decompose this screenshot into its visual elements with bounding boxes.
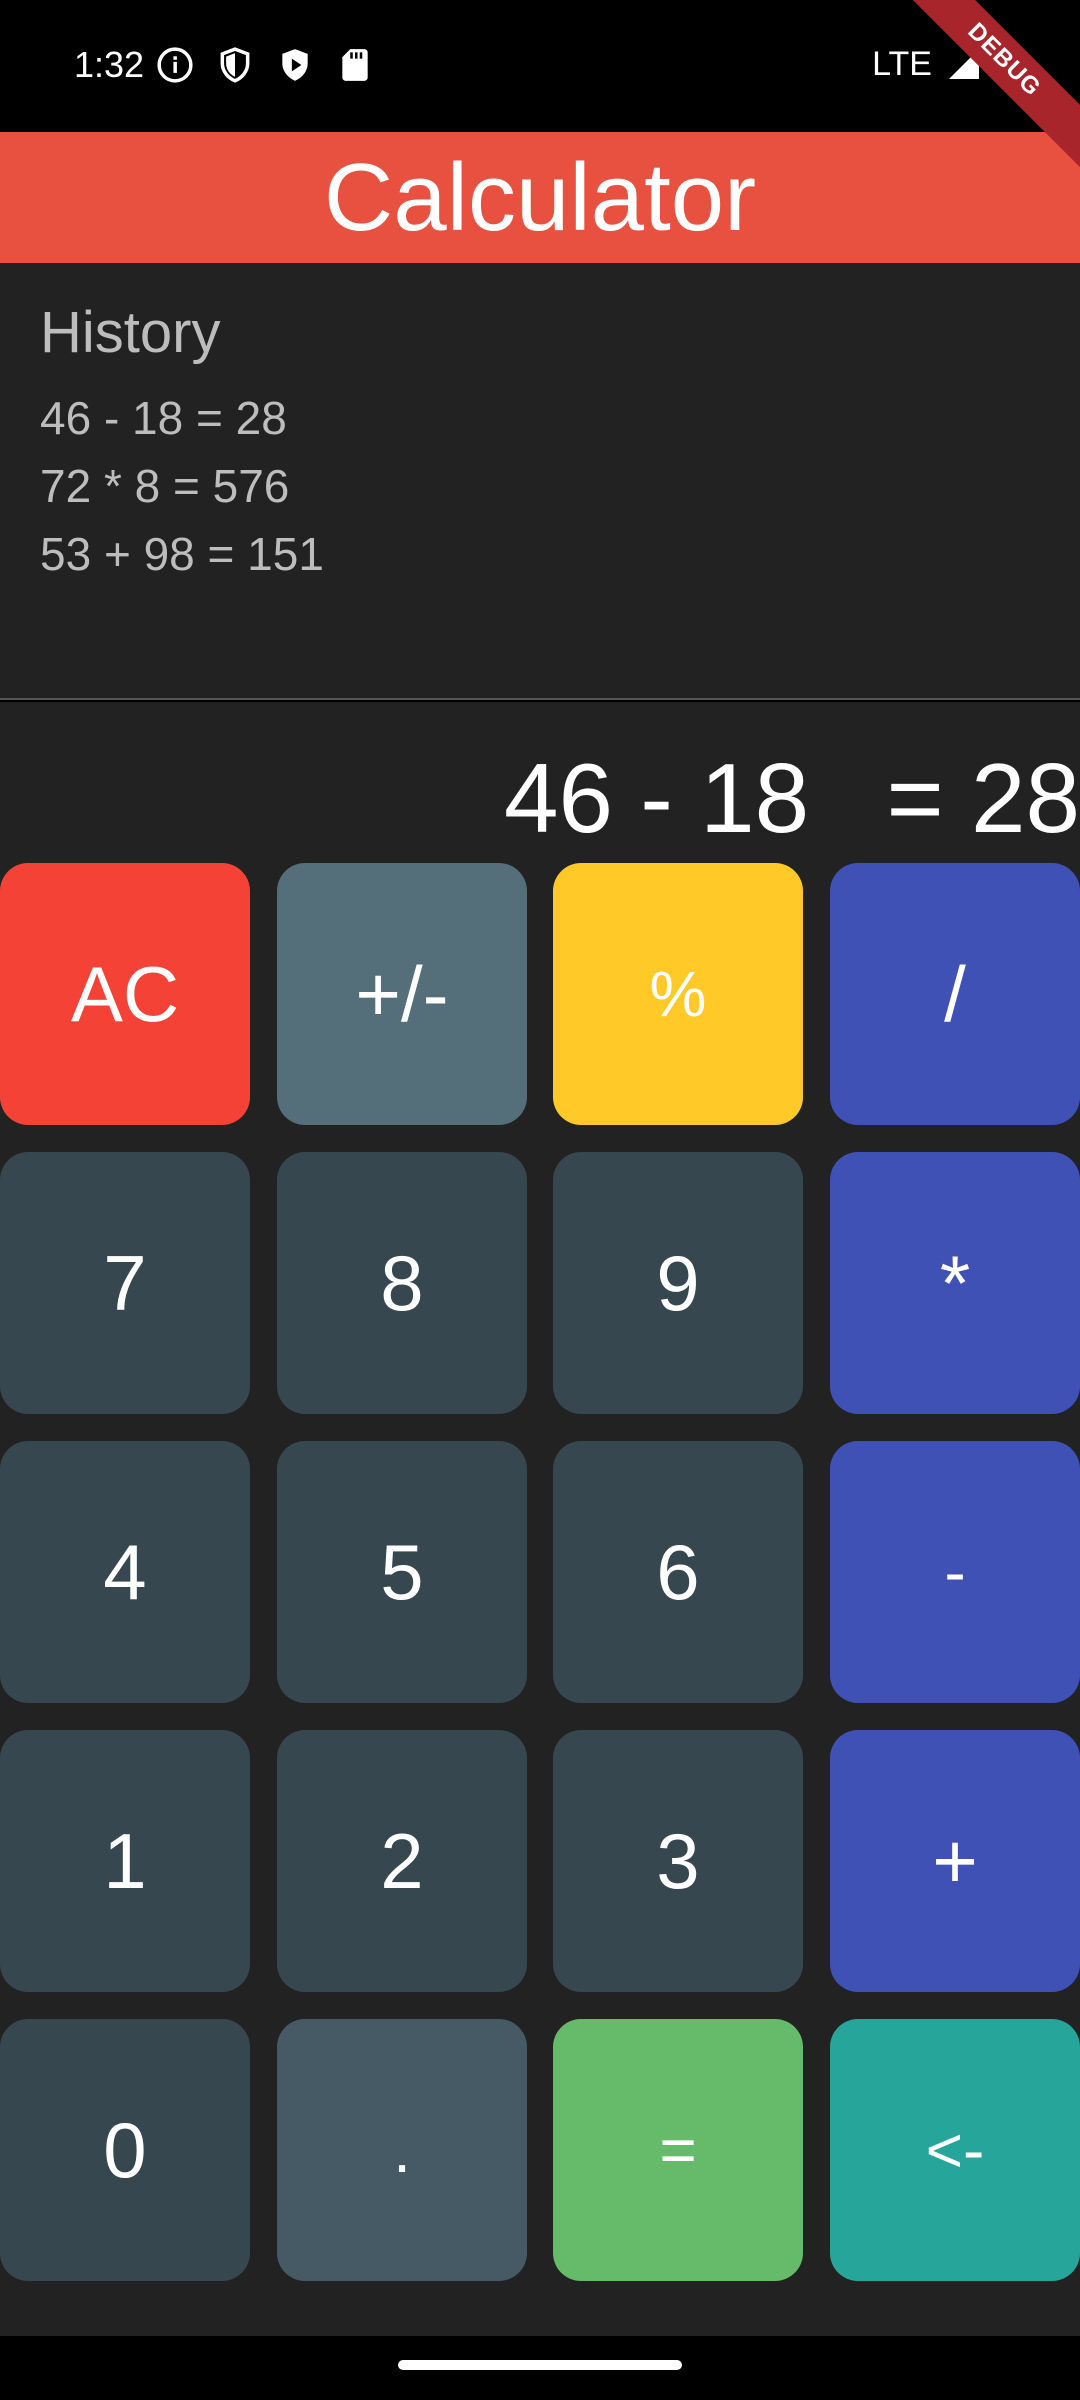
- digit-9-button[interactable]: 9: [553, 1152, 803, 1414]
- history-item[interactable]: 46 - 18 = 28: [40, 384, 1040, 452]
- digit-6-button[interactable]: 6: [553, 1441, 803, 1703]
- app-bar: Calculator: [0, 132, 1080, 263]
- digit-4-button[interactable]: 4: [0, 1441, 250, 1703]
- history-title: History: [40, 300, 221, 365]
- divide-button[interactable]: /: [830, 863, 1080, 1125]
- network-type: LTE: [872, 44, 932, 83]
- status-icons: [156, 46, 374, 84]
- navigation-bar: [0, 2336, 1080, 2400]
- sd-card-icon: [342, 49, 368, 81]
- keypad: AC +/- % / 7 8 9 * 4 5 6 - 1 2 3 + 0 . =…: [0, 862, 1080, 2336]
- app-title: Calculator: [323, 144, 757, 251]
- sign-toggle-button[interactable]: +/-: [277, 863, 527, 1125]
- digit-7-button[interactable]: 7: [0, 1152, 250, 1414]
- info-icon: [157, 47, 193, 83]
- display-expression: 46 - 18: [504, 743, 810, 853]
- backspace-button[interactable]: <-: [830, 2019, 1080, 2281]
- digit-3-button[interactable]: 3: [553, 1730, 803, 1992]
- history-item[interactable]: 72 * 8 = 576: [40, 452, 1040, 520]
- clear-button[interactable]: AC: [0, 863, 250, 1125]
- plus-button[interactable]: +: [830, 1730, 1080, 1992]
- history-panel: History 46 - 18 = 28 72 * 8 = 576 53 + 9…: [0, 263, 1080, 700]
- digit-5-button[interactable]: 5: [277, 1441, 527, 1703]
- digit-0-button[interactable]: 0: [0, 2019, 250, 2281]
- display-result: = 28: [886, 743, 1080, 853]
- digit-8-button[interactable]: 8: [277, 1152, 527, 1414]
- percent-button[interactable]: %: [553, 863, 803, 1125]
- status-time: 1:32: [74, 44, 145, 85]
- status-bar: 1:32 LTE: [0, 0, 1080, 132]
- digit-1-button[interactable]: 1: [0, 1730, 250, 1992]
- decimal-button[interactable]: .: [277, 2019, 527, 2281]
- digit-2-button[interactable]: 2: [277, 1730, 527, 1992]
- history-item[interactable]: 53 + 98 = 151: [40, 520, 1040, 588]
- shield-icon: [220, 47, 250, 83]
- multiply-button[interactable]: *: [830, 1152, 1080, 1414]
- equals-button[interactable]: =: [553, 2019, 803, 2281]
- home-indicator[interactable]: [398, 2360, 682, 2370]
- play-protect-icon: [282, 49, 308, 81]
- minus-button[interactable]: -: [830, 1441, 1080, 1703]
- calculator-display: 46 - 18 = 28: [0, 702, 1080, 862]
